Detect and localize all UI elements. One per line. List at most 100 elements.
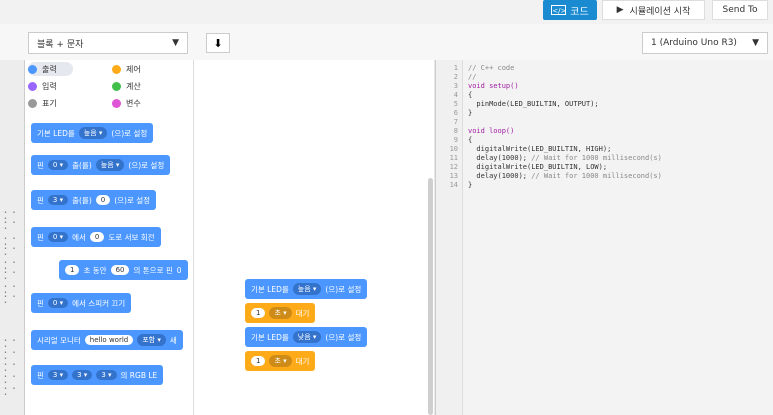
code-line: }: [468, 109, 473, 117]
breadboard-strip: • • • • • • • • • • • • • • • • • • • • …: [0, 60, 25, 415]
line-number: 14: [449, 181, 458, 189]
block-text: 도로 서보 회전: [108, 232, 155, 242]
workspace-block-wait[interactable]: 1 초 ▾ 대기: [245, 303, 316, 323]
code-token: delay(1000);: [468, 154, 532, 162]
block-dropdown[interactable]: 0 ▾: [47, 160, 69, 170]
block-dropdown[interactable]: 초 ▾: [269, 307, 292, 319]
block-number-input[interactable]: 1: [251, 356, 266, 366]
block-text: 대기: [295, 308, 310, 318]
block-text: 새: [169, 335, 177, 345]
block-analog-write[interactable]: 핀 3 ▾ 출(를) 0 (으)로 설정: [31, 190, 157, 210]
block-set-builtin-led[interactable]: 기본 LED를 높음 ▾ (으)로 설정: [31, 123, 154, 143]
category-label: 표기: [42, 98, 57, 108]
block-number-input[interactable]: 0: [95, 195, 111, 205]
code-comment: // Wait for 1000 millisecond(s): [531, 154, 662, 162]
block-dropdown[interactable]: 3 ▾: [47, 195, 69, 205]
block-servo-rotate[interactable]: 핀 0 ▾ 에서 0 도로 서보 회전: [31, 227, 161, 247]
block-text: 기본 LED를: [251, 332, 289, 342]
board-select[interactable]: 1 (Arduino Uno R3) ▼: [642, 32, 768, 54]
code-line: {: [468, 136, 473, 144]
block-dropdown[interactable]: 낮음 ▾: [292, 331, 322, 343]
block-set-pin[interactable]: 핀 0 ▾ 출(를) 높음 ▾ (으)로 설정: [31, 155, 171, 175]
block-text: 출(를): [72, 195, 92, 205]
code-line: void setup(): [468, 82, 519, 90]
category-input[interactable]: 입력: [28, 79, 57, 93]
send-to-button[interactable]: Send To: [712, 0, 768, 20]
line-number: 3: [453, 82, 458, 90]
category-label: 출력: [42, 64, 57, 74]
block-text: 출(를): [72, 160, 92, 170]
code-line: {: [468, 91, 473, 99]
category-label: 계산: [126, 81, 141, 91]
block-number-input[interactable]: 0: [89, 232, 105, 242]
block-dropdown[interactable]: 초 ▾: [269, 355, 292, 367]
code-line: void loop(): [468, 127, 515, 135]
dropdown-arrow-icon: ▼: [172, 38, 179, 48]
play-icon: ▶: [616, 5, 624, 15]
block-text: 핀: [37, 195, 44, 205]
category-dot: [112, 98, 121, 108]
download-icon: ⬇: [213, 36, 223, 50]
category-variables[interactable]: 변수: [112, 96, 141, 110]
code-line: delay(1000); // Wait for 1000 millisecon…: [468, 154, 662, 163]
start-simulation-label: 시뮬레이션 시작: [629, 6, 691, 17]
workspace-block-wait[interactable]: 1 초 ▾ 대기: [245, 351, 316, 371]
category-control[interactable]: 제어: [112, 62, 141, 76]
line-number: 10: [449, 145, 458, 153]
block-mode-select[interactable]: 블록 + 문자 ▼: [28, 32, 188, 54]
block-dropdown[interactable]: 0 ▾: [47, 232, 69, 242]
block-number-input[interactable]: 1: [251, 308, 266, 318]
code-icon: </>: [551, 5, 567, 15]
code-token: delay(1000);: [468, 172, 532, 180]
block-number-input[interactable]: 1: [65, 265, 80, 275]
workspace-block-set-led-low[interactable]: 기본 LED를 낮음 ▾ (으)로 설정: [245, 327, 368, 347]
line-number: 1: [453, 64, 458, 72]
category-math[interactable]: 계산: [112, 79, 141, 93]
block-text-input[interactable]: hello world: [84, 335, 134, 345]
category-dot: [112, 64, 121, 74]
code-line: digitalWrite(LED_BUILTIN, LOW);: [468, 163, 608, 171]
block-dropdown[interactable]: 3 ▾: [47, 370, 69, 380]
block-text: 핀: [37, 298, 44, 308]
block-mode-value: 블록 + 문자: [37, 39, 84, 50]
block-text: (으)로 설정: [128, 160, 165, 170]
category-dot: [112, 81, 121, 91]
start-simulation-button[interactable]: ▶ 시뮬레이션 시작: [602, 0, 705, 20]
category-output[interactable]: 출력: [28, 62, 73, 76]
block-palette: 출력 제어 입력 계산 표기 변수 기본 LED를 높음 ▾ (으)로 설정 핀…: [25, 60, 194, 415]
code-line: // C++ code: [468, 64, 515, 72]
block-text: 기본 LED를: [251, 284, 289, 294]
block-text: 시리얼 모니터: [37, 335, 81, 345]
block-dropdown[interactable]: 3 ▾: [72, 370, 93, 380]
block-text: (으)로 설정: [111, 128, 148, 138]
block-text: 의 톤으로 핀: [133, 265, 173, 275]
category-label: 입력: [42, 81, 57, 91]
line-number: 13: [449, 172, 458, 180]
category-dot: [28, 64, 37, 74]
block-dropdown[interactable]: 0 ▾: [47, 298, 69, 308]
code-button[interactable]: </> 코드: [543, 0, 597, 20]
block-dropdown[interactable]: 3 ▾: [96, 370, 117, 380]
block-serial-print[interactable]: 시리얼 모니터 hello world 포함 ▾ 새: [31, 330, 183, 350]
block-dropdown[interactable]: 높음 ▾: [78, 127, 108, 139]
block-number-input[interactable]: 60: [110, 265, 130, 275]
block-text: (으)로 설정: [325, 284, 362, 294]
block-dropdown[interactable]: 높음 ▾: [292, 283, 322, 295]
line-number: 5: [453, 100, 458, 108]
block-speaker-off[interactable]: 핀 0 ▾ 에서 스피커 끄기: [31, 293, 132, 313]
block-dropdown[interactable]: 포함 ▾: [137, 334, 166, 346]
block-text: (으)로 설정: [325, 332, 362, 342]
download-button[interactable]: ⬇: [206, 33, 230, 53]
workspace-scrollbar[interactable]: [428, 178, 433, 415]
block-dropdown[interactable]: 높음 ▾: [95, 159, 125, 171]
line-number: 8: [453, 127, 458, 135]
category-dot: [28, 81, 37, 91]
block-text: 에서 스피커 끄기: [72, 298, 126, 308]
block-text: 에서: [72, 232, 86, 242]
code-line: delay(1000); // Wait for 1000 millisecon…: [468, 172, 661, 181]
block-rgb-led[interactable]: 핀 3 ▾ 3 ▾ 3 ▾ 의 RGB LE: [31, 365, 164, 385]
category-notation[interactable]: 표기: [28, 96, 57, 110]
code-editor[interactable]: 1 2 3 4 5 6 7 8 9 10 11 12 13 14 // C++ …: [435, 60, 773, 415]
workspace-block-set-led-high[interactable]: 기본 LED를 높음 ▾ (으)로 설정: [245, 279, 368, 299]
block-play-tone[interactable]: 1 초 동안 60 의 톤으로 핀 0: [59, 260, 188, 280]
